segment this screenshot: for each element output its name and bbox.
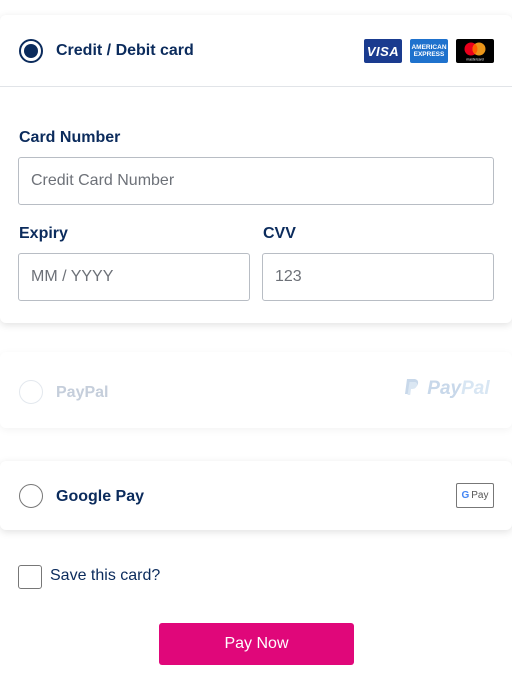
paypal-logo-text-1: Pay bbox=[427, 378, 462, 399]
amex-logo: AMERICAN EXPRESS bbox=[410, 39, 448, 63]
visa-logo-text: VISA bbox=[366, 43, 400, 59]
visa-logo: VISA bbox=[364, 39, 402, 63]
paypal-radio[interactable] bbox=[19, 380, 43, 404]
google-pay-badge: G Pay bbox=[456, 483, 494, 508]
pay-now-button[interactable]: Pay Now bbox=[159, 623, 354, 665]
credit-card-panel: Credit / Debit card VISA AMERICAN EXPRES… bbox=[0, 15, 512, 323]
google-g-icon: G bbox=[461, 490, 470, 501]
card-number-label: Card Number bbox=[19, 129, 121, 146]
paypal-label[interactable]: PayPal bbox=[56, 384, 108, 402]
save-card-checkbox[interactable] bbox=[18, 565, 42, 589]
amex-logo-line1: AMERICAN bbox=[411, 44, 447, 51]
card-number-input[interactable] bbox=[18, 157, 494, 205]
cvv-input[interactable] bbox=[262, 253, 494, 301]
mastercard-logo: mastercard bbox=[456, 39, 494, 63]
google-pay-badge-text: Pay bbox=[471, 490, 489, 501]
amex-logo-line2: EXPRESS bbox=[413, 51, 445, 58]
paypal-panel: PayPal PayPal bbox=[0, 352, 512, 428]
expiry-input[interactable] bbox=[18, 253, 250, 301]
mastercard-circles-icon: mastercard bbox=[464, 42, 486, 62]
expiry-label: Expiry bbox=[19, 225, 68, 242]
panel-divider bbox=[0, 86, 512, 87]
paypal-p-icon bbox=[405, 379, 419, 395]
paypal-logo: PayPal bbox=[402, 377, 490, 400]
credit-card-label[interactable]: Credit / Debit card bbox=[56, 42, 194, 60]
google-pay-label[interactable]: Google Pay bbox=[56, 488, 144, 506]
google-pay-panel: Google Pay G Pay bbox=[0, 461, 512, 530]
google-pay-radio[interactable] bbox=[19, 484, 43, 508]
paypal-logo-text-2: Pal bbox=[461, 378, 490, 399]
save-card-label[interactable]: Save this card? bbox=[50, 567, 160, 585]
mastercard-caption: mastercard bbox=[466, 58, 484, 62]
credit-card-radio[interactable] bbox=[19, 39, 43, 63]
cvv-label: CVV bbox=[263, 225, 296, 242]
